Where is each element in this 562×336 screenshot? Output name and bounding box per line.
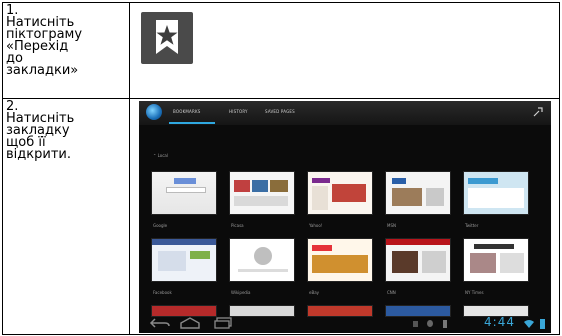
step-2-text: 2. Натисніть закладку щоб її відкрити. [6, 99, 75, 162]
bookmark-wikipedia[interactable] [229, 238, 295, 282]
caption-ebay: eBay [309, 290, 320, 295]
caption-google: Google [153, 223, 168, 228]
tab-saved-pages[interactable]: SAVED PAGES [265, 109, 295, 114]
tab-history[interactable]: HISTORY [229, 109, 248, 114]
home-icon[interactable] [179, 316, 201, 329]
step-1-image-cell [129, 2, 560, 99]
bookmark-twitter[interactable] [463, 171, 529, 215]
back-icon[interactable] [149, 317, 171, 329]
caption-nytimes: NY Times [465, 290, 484, 295]
browser-bookmarks-screenshot: BOOKMARKS HISTORY SAVED PAGES ⌃ Local Go… [139, 101, 551, 333]
instruction-table: 1. Натисніть піктограму «Перехід до закл… [0, 0, 562, 336]
bookmark-facebook[interactable] [151, 238, 217, 282]
tab-bookmarks[interactable]: BOOKMARKS [173, 109, 201, 114]
bookmark-star-icon[interactable] [141, 12, 193, 64]
battery-icon [540, 319, 545, 329]
bookmark-ebay[interactable] [307, 238, 373, 282]
add-bookmark-icon[interactable] [533, 107, 543, 117]
clock: 4:44 [484, 315, 515, 329]
caption-msn: MSN [387, 223, 396, 228]
bookmark-yahoo[interactable] [307, 171, 373, 215]
caption-wikipedia: Wikipedia [231, 290, 251, 295]
section-local: ⌃ Local [153, 153, 168, 158]
wifi-icon [524, 320, 534, 328]
bookmark-nytimes[interactable] [463, 238, 529, 282]
system-navigation-bar: 4:44 [139, 313, 551, 333]
caption-yahoo: Yahoo! [309, 223, 323, 228]
caption-facebook: Facebook [153, 290, 172, 295]
caption-cnn: CNN [387, 290, 396, 295]
recent-apps-icon[interactable] [213, 316, 233, 329]
active-tab-indicator [169, 122, 215, 124]
caption-picasa: Picasa [231, 223, 244, 228]
caption-twitter: Twitter [465, 223, 479, 228]
status-icons [413, 320, 453, 328]
bookmark-cnn[interactable] [385, 238, 451, 282]
globe-icon [146, 104, 162, 120]
bookmark-google[interactable] [151, 171, 217, 215]
bookmark-picasa[interactable] [229, 171, 295, 215]
step-1-text: 1. Натисніть піктограму «Перехід до закл… [6, 3, 83, 78]
bookmark-msn[interactable] [385, 171, 451, 215]
